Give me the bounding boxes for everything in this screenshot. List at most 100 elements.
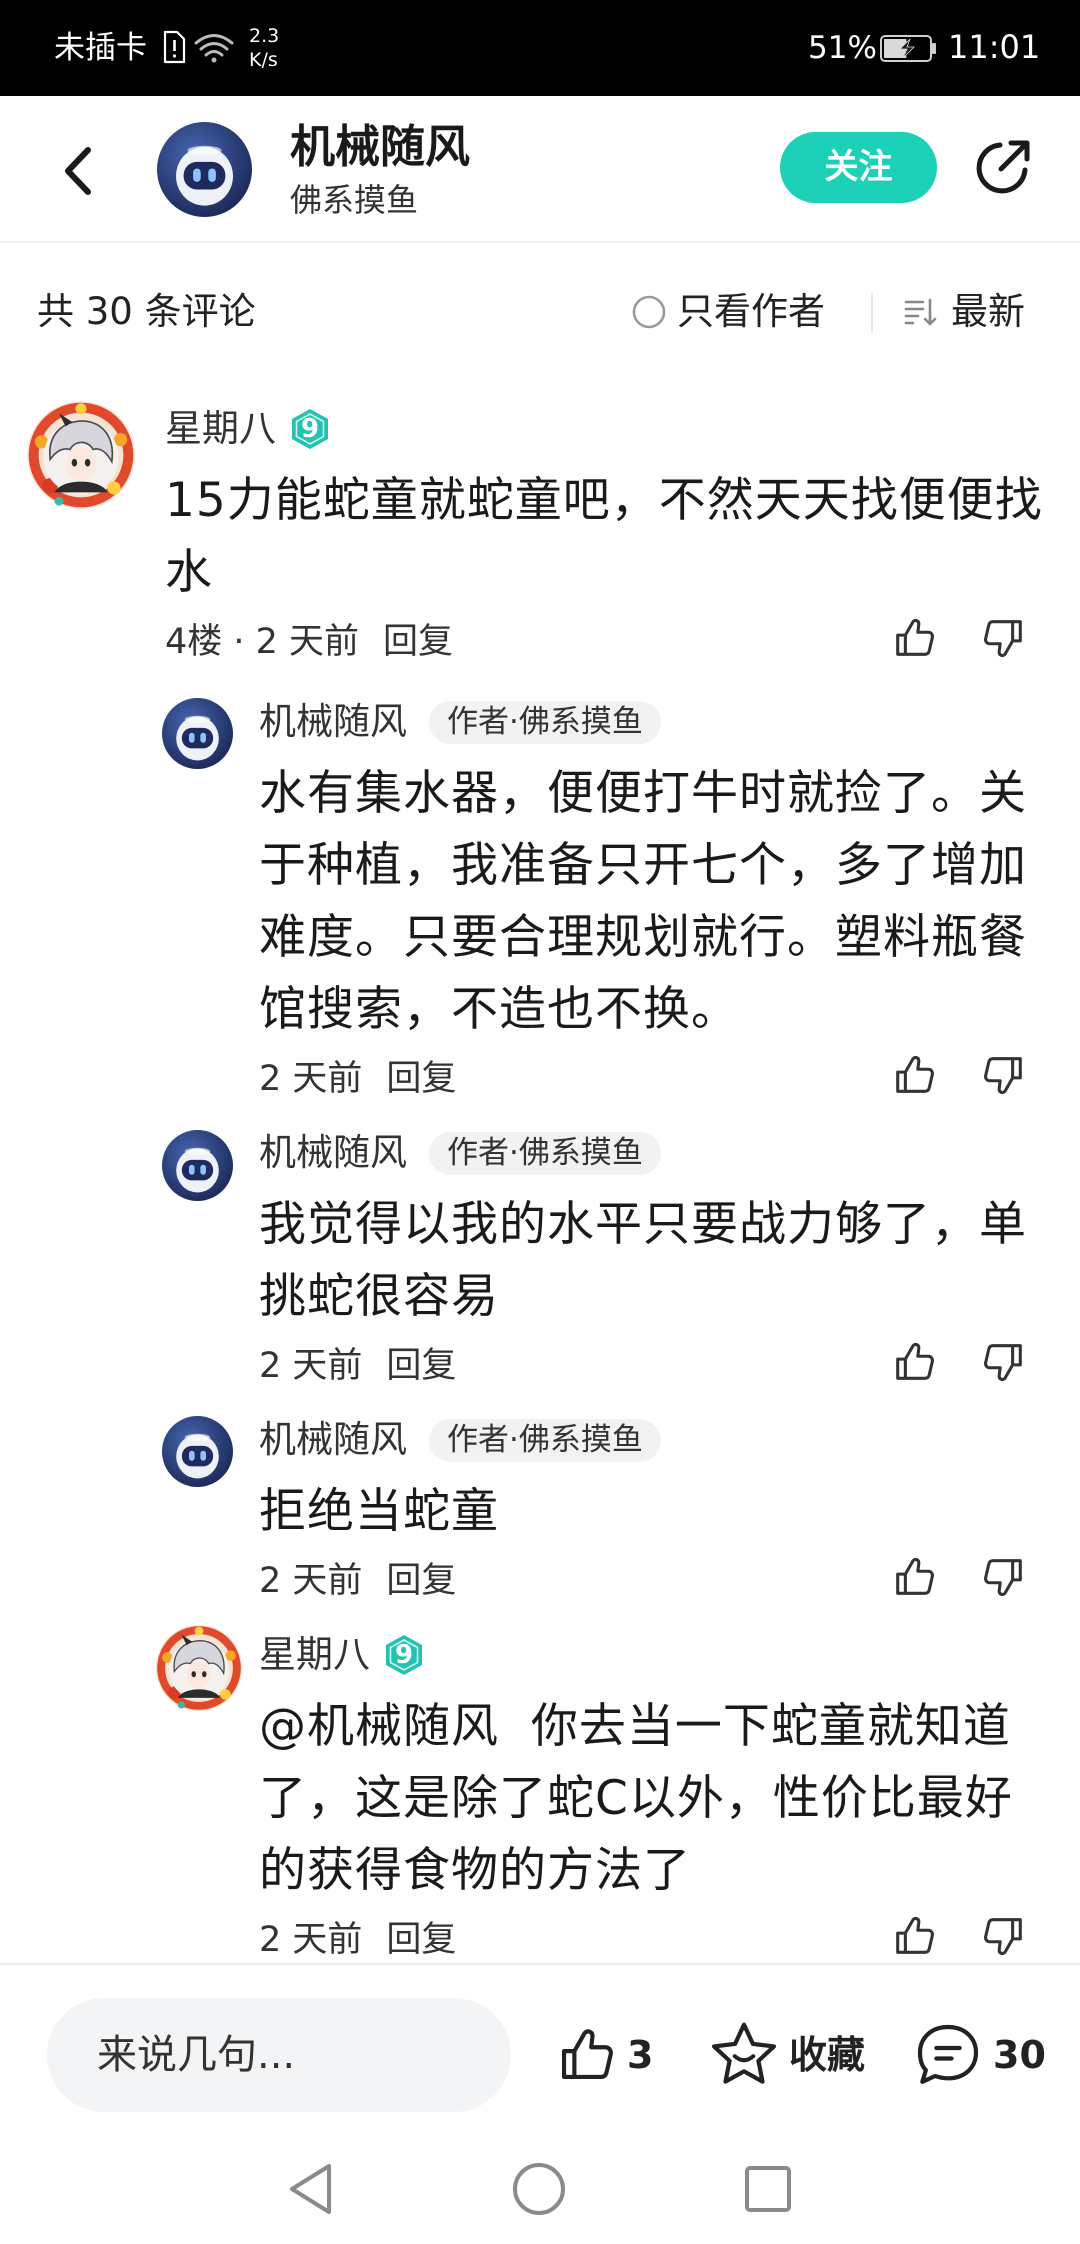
clock: 11:01 <box>948 28 1041 66</box>
nav-home-icon[interactable] <box>511 2161 567 2217</box>
reply-text-line: @机械随风 你去当一下蛇童就知道 <box>259 1699 1011 1754</box>
reply-header: 机械随风 作者·佛系摸鱼 <box>259 1129 1080 1177</box>
reply-text-line: 于种植，我准备只开七个，多了增加 <box>259 838 1027 893</box>
author-avatar[interactable] <box>157 122 252 217</box>
sort-newest[interactable]: 最新 <box>951 290 1025 334</box>
nav-back-icon[interactable] <box>285 2161 335 2217</box>
reply-body: 我觉得以我的水平只要战力够了，单 挑蛇很容易 <box>259 1189 1080 1333</box>
sim-alert-icon <box>163 30 186 64</box>
replier-avatar[interactable] <box>155 1624 243 1712</box>
level-badge: 9 <box>384 1634 424 1676</box>
reply-time: 2 天前 <box>259 1058 363 1099</box>
reply-meta: 2 天前 回复 <box>259 1333 1080 1391</box>
nav-recents-icon[interactable] <box>743 2164 793 2214</box>
thumbs-down-icon[interactable] <box>981 1052 1027 1098</box>
level-badge: 9 <box>290 408 330 450</box>
comment-text-line: 水 <box>165 545 213 600</box>
reply-text-line: 难度。只要合理规划就行。塑料瓶餐 <box>259 910 1027 965</box>
reply-button[interactable]: 回复 <box>386 1552 456 1603</box>
comment-header: 星期八 9 <box>165 405 1080 453</box>
reply-button[interactable]: 回复 <box>386 1050 456 1101</box>
reply-time: 2 天前 <box>259 1345 363 1386</box>
reply-button[interactable]: 回复 <box>386 1337 456 1388</box>
thumbs-down-icon[interactable] <box>981 1913 1027 1959</box>
reply-item: 机械随风 作者·佛系摸鱼 我觉得以我的水平只要战力够了，单 挑蛇很容易 2 天前… <box>162 1129 1080 1391</box>
author-badge: 作者·佛系摸鱼 <box>429 1131 661 1175</box>
comment-bubble-icon <box>917 2024 979 2084</box>
author-tagline: 佛系摸鱼 <box>290 181 419 219</box>
system-nav-bar <box>0 2132 1080 2244</box>
reply-meta: 2 天前 回复 <box>259 1046 1080 1104</box>
network-speed-value: 2.3 <box>249 25 280 47</box>
replier-name[interactable]: 机械随风 <box>259 1416 407 1464</box>
share-icon[interactable] <box>970 136 1034 200</box>
reply-time: 2 天前 <box>259 1919 363 1960</box>
chevron-left-icon[interactable] <box>58 144 100 198</box>
comment-body: 15力能蛇童就蛇童吧，不然天天找便便找 水 <box>165 465 1080 609</box>
thumbs-up-icon[interactable] <box>891 1052 937 1098</box>
post-header: 机械随风 佛系摸鱼 关注 <box>0 96 1080 243</box>
follow-button[interactable]: 关注 <box>780 132 937 203</box>
reply-item: 星期八 9 @机械随风 你去当一下蛇童就知道 了，这是除了蛇C以外，性价比最好 … <box>259 1631 1080 1965</box>
level-number: 9 <box>300 414 320 444</box>
comments-button[interactable]: 30 <box>913 2020 1046 2090</box>
sort-icon[interactable] <box>903 294 939 330</box>
reply-text-line: 挑蛇很容易 <box>259 1269 499 1324</box>
thumbs-up-icon[interactable] <box>891 1554 937 1600</box>
favorite-button[interactable]: 收藏 <box>709 2020 865 2090</box>
carrier-label: 未插卡 <box>54 30 147 66</box>
commenter-name[interactable]: 星期八 <box>165 405 276 453</box>
author-badge: 作者·佛系摸鱼 <box>429 1418 661 1462</box>
reply-body: @机械随风 你去当一下蛇童就知道 了，这是除了蛇C以外，性价比最好 的获得食物的… <box>259 1691 1080 1907</box>
replier-avatar[interactable] <box>162 1130 233 1201</box>
thumbs-down-icon[interactable] <box>981 1554 1027 1600</box>
comment-item: 星期八 9 15力能蛇童就蛇童吧，不然天天找便便找 水 4楼 · 2 天前 回复 <box>165 405 1080 667</box>
reply-item: 机械随风 作者·佛系摸鱼 水有集水器，便便打牛时就捡了。关 于种植，我准备只开七… <box>162 698 1080 1104</box>
reply-header: 机械随风 作者·佛系摸鱼 <box>259 1416 1080 1464</box>
reply-button[interactable]: 回复 <box>383 613 453 664</box>
author-name[interactable]: 机械随风 <box>290 119 470 175</box>
replier-avatar[interactable] <box>162 698 233 769</box>
replier-name[interactable]: 机械随风 <box>259 698 407 746</box>
comment-count: 共 30 条评论 <box>37 290 256 333</box>
reply-text-line: 的获得食物的方法了 <box>259 1843 691 1898</box>
reply-time: 2 天前 <box>259 1560 363 1601</box>
bottom-action-bar: 3 收藏 30 <box>0 1963 1080 2132</box>
thumbs-up-icon[interactable] <box>891 1913 937 1959</box>
replier-name[interactable]: 星期八 <box>259 1631 370 1679</box>
comment-floor-time: 4楼 · 2 天前 <box>165 621 360 662</box>
network-speed: 2.3 K/s <box>249 24 279 72</box>
reply-body: 水有集水器，便便打牛时就捡了。关 于种植，我准备只开七个，多了增加 难度。只要合… <box>259 758 1080 1046</box>
thumbs-up-icon <box>555 2024 617 2086</box>
reply-text-line: 拒绝当蛇童 <box>259 1484 499 1539</box>
comment-input[interactable] <box>47 1998 511 2112</box>
battery-charging-icon <box>880 35 936 62</box>
like-button[interactable]: 3 <box>555 2020 653 2090</box>
reply-item: 机械随风 作者·佛系摸鱼 拒绝当蛇童 2 天前 回复 <box>162 1416 1080 1606</box>
reply-meta: 2 天前 回复 <box>259 1907 1080 1965</box>
level-number: 9 <box>394 1640 414 1670</box>
comment-meta: 4楼 · 2 天前 回复 <box>165 609 1080 667</box>
battery-percent: 51% <box>808 30 877 66</box>
status-bar: 未插卡 2.3 K/s 51% 11:01 <box>0 0 1080 96</box>
thumbs-up-icon[interactable] <box>891 1339 937 1385</box>
reply-header: 机械随风 作者·佛系摸鱼 <box>259 698 1080 746</box>
thumbs-up-icon[interactable] <box>891 615 937 661</box>
thumbs-down-icon[interactable] <box>981 1339 1027 1385</box>
network-speed-unit: K/s <box>249 49 278 71</box>
reply-text-line: 了，这是除了蛇C以外，性价比最好 <box>259 1771 1013 1826</box>
commenter-avatar[interactable] <box>26 400 136 510</box>
replier-avatar[interactable] <box>162 1416 233 1487</box>
author-badge: 作者·佛系摸鱼 <box>429 700 661 744</box>
favorite-label: 收藏 <box>789 2033 866 2077</box>
author-only-toggle[interactable]: 只看作者 <box>677 290 825 334</box>
replier-name[interactable]: 机械随风 <box>259 1129 407 1177</box>
star-icon <box>711 2022 777 2084</box>
reply-text-line: 水有集水器，便便打牛时就捡了。关 <box>259 766 1027 821</box>
reply-button[interactable]: 回复 <box>386 1911 456 1962</box>
reply-text-line: 馆搜索，不造也不换。 <box>259 982 739 1037</box>
comment-filter-bar: 共 30 条评论 只看作者 最新 <box>0 245 1080 375</box>
radio-circle-icon[interactable] <box>631 294 667 330</box>
thumbs-down-icon[interactable] <box>981 615 1027 661</box>
reply-header: 星期八 9 <box>259 1631 1080 1679</box>
